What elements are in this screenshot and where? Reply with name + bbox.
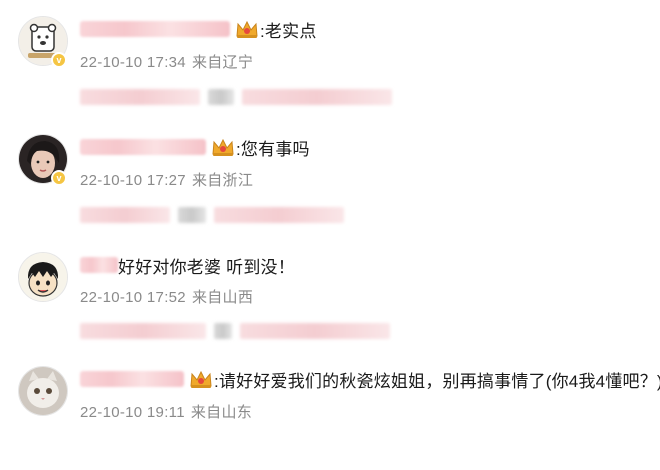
username-redacted[interactable] (80, 257, 118, 273)
avatar[interactable] (18, 252, 68, 302)
avatar[interactable] (18, 366, 68, 416)
comment-date: 22-10-10 17:34 (80, 54, 186, 71)
username-redacted[interactable] (80, 21, 230, 37)
comment-date: 22-10-10 17:27 (80, 172, 186, 189)
reply-preview-redacted[interactable] (80, 206, 344, 224)
comment-text: :请好好爱我们的秋瓷炫姐姐，别再搞事情了(你4我4懂吧？) (214, 371, 660, 391)
reply-preview-redacted[interactable] (80, 322, 390, 340)
comment-header: :请好好爱我们的秋瓷炫姐姐，别再搞事情了(你4我4懂吧？) (80, 366, 660, 392)
comment-meta: 22-10-10 17:34 来自辽宁 (80, 51, 253, 72)
crown-emoji-icon (188, 368, 214, 390)
verified-badge-icon: v (51, 52, 67, 68)
comment-meta: 22-10-10 17:52 来自山西 (80, 286, 253, 307)
comment-item: 好好对你老婆 听到没！ 22-10-10 17:52 来自山西 (0, 236, 660, 354)
comment-location: 来自山西 (191, 289, 254, 306)
comment-item: v :老实点 22-10-10 17:34 来自辽宁 (0, 0, 660, 118)
comment-location: 来自浙江 (191, 172, 254, 189)
comment-date: 22-10-10 19:11 (80, 404, 185, 421)
crown-emoji-icon (234, 18, 260, 40)
comment-date: 22-10-10 17:52 (80, 289, 186, 306)
cartoon-boy-avatar-icon (19, 253, 67, 301)
crown-emoji-icon (210, 136, 236, 158)
comment-text: :老实点 (260, 21, 317, 41)
reply-preview-redacted[interactable] (80, 88, 392, 106)
username-redacted[interactable] (80, 139, 206, 155)
comment-header: :您有事吗 (80, 134, 310, 160)
username-redacted[interactable] (80, 371, 184, 387)
verified-badge-icon: v (51, 170, 67, 186)
comment-item: v :您有事吗 22-10-10 17:27 来自浙江 (0, 118, 660, 236)
comment-location: 来自辽宁 (191, 54, 254, 71)
comment-location: 来自山东 (190, 404, 253, 421)
comment-header: 好好对你老婆 听到没！ (80, 252, 295, 278)
comment-meta: 22-10-10 17:27 来自浙江 (80, 169, 253, 190)
comment-header: :老实点 (80, 16, 317, 42)
cat-avatar-icon (19, 367, 67, 415)
comment-text: :您有事吗 (236, 139, 310, 159)
comment-meta: 22-10-10 19:11 来自山东 (80, 401, 252, 422)
comment-item: :请好好爱我们的秋瓷炫姐姐，别再搞事情了(你4我4懂吧？) 22-10-10 1… (0, 352, 660, 470)
comment-text: 好好对你老婆 听到没！ (118, 257, 295, 277)
